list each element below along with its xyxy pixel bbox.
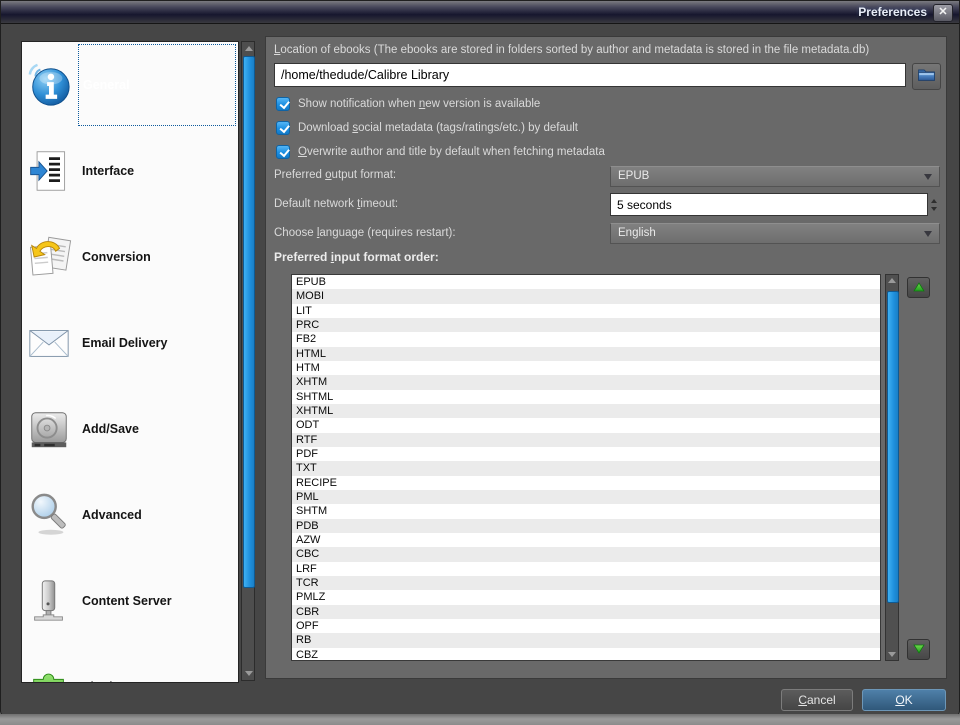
server-icon (26, 578, 72, 624)
format-list-item[interactable]: XHTML (292, 404, 880, 418)
info-icon (26, 62, 72, 108)
format-list-item[interactable]: CBZ (292, 648, 880, 661)
format-list-item[interactable]: RB (292, 633, 880, 647)
checkbox-row-new-version[interactable]: Show notification when new version is av… (276, 96, 540, 112)
close-icon[interactable]: ✕ (933, 4, 953, 22)
language-select[interactable]: English (610, 223, 940, 244)
checkbox-label: Show notification when new version is av… (298, 98, 540, 110)
folder-icon (917, 67, 936, 87)
sidebar-item-label: Interface (82, 164, 134, 178)
library-location-input[interactable] (274, 63, 906, 87)
move-format-up-button[interactable] (907, 277, 930, 298)
category-sidebar: General Interface (21, 41, 239, 683)
input-format-order-label: Preferred input format order: (274, 250, 439, 264)
hard-disk-icon (26, 406, 72, 452)
scroll-up-icon[interactable] (245, 46, 253, 51)
ok-button[interactable]: OK (862, 689, 946, 711)
format-list-item[interactable]: CBR (292, 605, 880, 619)
green-down-arrow-icon (913, 641, 925, 659)
move-format-down-button[interactable] (907, 639, 930, 660)
scroll-up-icon[interactable] (888, 278, 896, 283)
sidebar-item-content-server[interactable]: Content Server (22, 558, 238, 644)
output-format-label: Preferred output format: (274, 169, 396, 181)
network-timeout-spinner[interactable] (610, 193, 940, 216)
format-list[interactable]: EPUBMOBILITPRCFB2HTMLHTMXHTMSHTMLXHTMLOD… (291, 274, 881, 661)
format-list-item[interactable]: PMLZ (292, 590, 880, 604)
format-list-item[interactable]: RTF (292, 433, 880, 447)
format-list-scrollbar[interactable] (885, 274, 899, 661)
sidebar-item-label: Plugins (82, 680, 127, 683)
checkbox-label: Download social metadata (tags/ratings/e… (298, 122, 578, 134)
puzzle-icon (26, 664, 72, 683)
sidebar-item-label: Advanced (82, 508, 142, 522)
language-label: Choose language (requires restart): (274, 227, 456, 239)
window-bottom-edge (0, 714, 960, 725)
format-list-item[interactable]: RECIPE (292, 476, 880, 490)
format-list-item[interactable]: ODT (292, 418, 880, 432)
format-list-item[interactable]: CBC (292, 547, 880, 561)
format-list-scrollbar-thumb[interactable] (887, 291, 899, 603)
sidebar-item-conversion[interactable]: Conversion (22, 214, 238, 300)
checkbox-row-overwrite-author[interactable]: Overwrite author and title by default wh… (276, 144, 605, 160)
browse-folder-button[interactable] (912, 63, 941, 90)
format-list-item[interactable]: PDF (292, 447, 880, 461)
sidebar-item-label: Email Delivery (82, 336, 167, 350)
output-format-select[interactable]: EPUB (610, 166, 940, 187)
format-list-item[interactable]: TCR (292, 576, 880, 590)
sidebar-item-plugins[interactable]: Plugins (22, 644, 238, 683)
format-list-item[interactable]: OPF (292, 619, 880, 633)
checkbox-checked-icon[interactable] (276, 97, 290, 111)
spin-up-icon[interactable] (931, 199, 937, 203)
scroll-down-icon[interactable] (888, 652, 896, 657)
title-bar[interactable]: Preferences ✕ (1, 1, 959, 24)
format-list-item[interactable]: HTML (292, 347, 880, 361)
preferences-window: Preferences ✕ General (0, 0, 960, 717)
location-label: Location of ebooks (The ebooks are store… (274, 44, 869, 56)
checkbox-checked-icon[interactable] (276, 145, 290, 159)
window-title: Preferences (858, 1, 927, 23)
sidebar-item-label: Content Server (82, 594, 172, 608)
sidebar-item-general[interactable]: General (22, 42, 238, 128)
sidebar-item-add-save[interactable]: Add/Save (22, 386, 238, 472)
sidebar-scrollbar-thumb[interactable] (243, 56, 255, 588)
format-list-item[interactable]: TXT (292, 461, 880, 475)
spin-down-icon[interactable] (931, 207, 937, 211)
format-list-item[interactable]: PRC (292, 318, 880, 332)
sidebar-item-label: Conversion (82, 250, 151, 264)
sidebar-item-label: General (83, 78, 130, 92)
checkbox-row-social-metadata[interactable]: Download social metadata (tags/ratings/e… (276, 120, 578, 136)
network-timeout-label: Default network timeout: (274, 198, 398, 210)
format-list-item[interactable]: PML (292, 490, 880, 504)
format-list-item[interactable]: XHTM (292, 375, 880, 389)
format-list-item[interactable]: LRF (292, 562, 880, 576)
format-list-item[interactable]: LIT (292, 304, 880, 318)
chevron-down-icon (924, 231, 932, 237)
network-timeout-input[interactable] (610, 193, 928, 216)
magnifier-icon (26, 492, 72, 538)
format-list-item[interactable]: EPUB (292, 275, 880, 289)
checkbox-checked-icon[interactable] (276, 121, 290, 135)
sidebar-item-interface[interactable]: Interface (22, 128, 238, 214)
conversion-icon (26, 234, 72, 280)
interface-icon (26, 148, 72, 194)
sidebar-item-advanced[interactable]: Advanced (22, 472, 238, 558)
chevron-down-icon (924, 174, 932, 180)
sidebar-item-email-delivery[interactable]: Email Delivery (22, 300, 238, 386)
format-list-item[interactable]: PDB (292, 519, 880, 533)
format-list-item[interactable]: AZW (292, 533, 880, 547)
format-list-item[interactable]: HTM (292, 361, 880, 375)
checkbox-label: Overwrite author and title by default wh… (298, 146, 605, 158)
sidebar-scrollbar[interactable] (241, 41, 255, 681)
sidebar-item-label: Add/Save (82, 422, 139, 436)
green-up-arrow-icon (913, 279, 925, 297)
email-icon (26, 320, 72, 366)
format-list-item[interactable]: MOBI (292, 289, 880, 303)
format-list-item[interactable]: SHTM (292, 504, 880, 518)
format-list-item[interactable]: FB2 (292, 332, 880, 346)
format-list-item[interactable]: SHTML (292, 390, 880, 404)
cancel-button[interactable]: Cancel (781, 689, 853, 711)
scroll-down-icon[interactable] (245, 671, 253, 676)
general-settings-panel: Location of ebooks (The ebooks are store… (265, 36, 947, 679)
